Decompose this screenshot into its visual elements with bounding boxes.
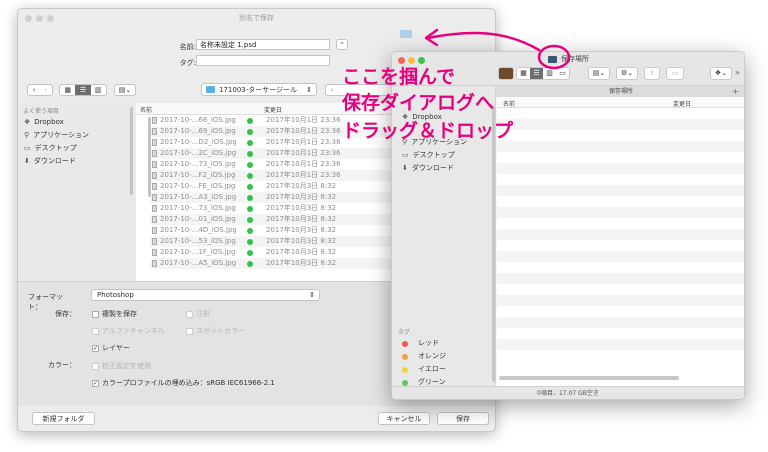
dragged-folder-icon (400, 30, 412, 38)
highlight-circle (537, 44, 571, 70)
annotation-line-1: ここを掴んで (342, 66, 456, 88)
drag-arrow-line (426, 31, 541, 52)
annotation-line-2: 保存ダイアログへ (342, 92, 495, 114)
annotation-line-3: ドラッグ＆ドロップ (342, 120, 514, 142)
